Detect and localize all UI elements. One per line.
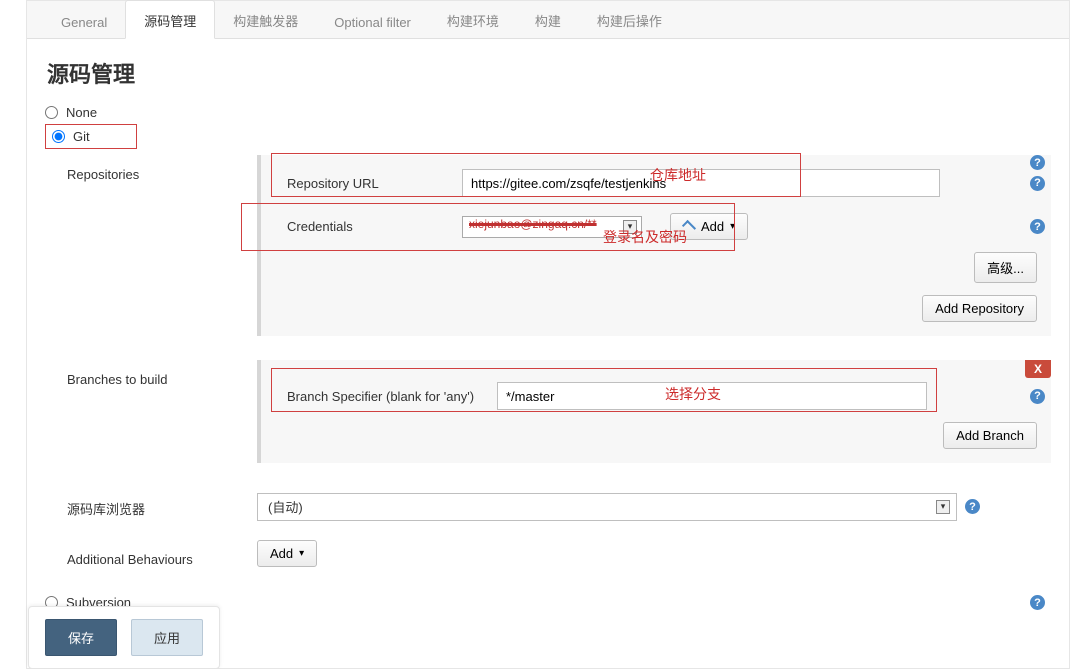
help-icon-subversion[interactable]: ? [1030, 595, 1045, 610]
chevron-down-icon: ▾ [623, 220, 637, 234]
chevron-down-icon: ▾ [936, 500, 950, 514]
add-behaviour-button[interactable]: Add ▾ [257, 540, 317, 567]
tab-env[interactable]: 构建环境 [429, 1, 517, 38]
advanced-button[interactable]: 高级... [974, 252, 1037, 283]
radio-none[interactable] [45, 106, 58, 119]
label-branches: Branches to build [67, 364, 257, 395]
tab-post[interactable]: 构建后操作 [579, 1, 680, 38]
scm-option-git[interactable]: Git [45, 124, 137, 149]
label-repo-url: Repository URL [275, 176, 450, 191]
repositories-section: ? Repository URL ? 仓库地址 Credenti [257, 155, 1051, 336]
help-icon-credentials[interactable]: ? [1030, 219, 1045, 234]
scm-browser-value: (自动) [268, 497, 303, 516]
tab-triggers[interactable]: 构建触发器 [215, 1, 316, 38]
select-credentials[interactable]: ▾ [462, 216, 642, 238]
tab-build[interactable]: 构建 [517, 1, 579, 38]
tab-general[interactable]: General [43, 5, 125, 38]
tab-optional-filter[interactable]: Optional filter [316, 5, 429, 38]
label-branch-spec: Branch Specifier (blank for 'any') [275, 389, 485, 404]
apply-button[interactable]: 应用 [131, 619, 203, 656]
branches-section: X Branch Specifier (blank for 'any') ? 选… [257, 360, 1051, 463]
radio-git[interactable] [52, 130, 65, 143]
radio-none-label: None [66, 105, 97, 120]
delete-branch-button[interactable]: X [1025, 360, 1051, 378]
help-icon-branch-spec[interactable]: ? [1030, 389, 1045, 404]
help-icon-browser[interactable]: ? [965, 499, 980, 514]
label-repositories: Repositories [67, 159, 257, 190]
label-scm-browser: 源码库浏览器 [67, 491, 257, 526]
add-behaviour-label: Add [270, 546, 293, 561]
add-branch-button[interactable]: Add Branch [943, 422, 1037, 449]
caret-down-icon: ▾ [299, 548, 304, 559]
add-credentials-button[interactable]: Add ▾ [670, 213, 748, 240]
help-icon-repo-url[interactable]: ? [1030, 176, 1045, 191]
label-credentials: Credentials [275, 219, 450, 234]
config-tabs: General 源码管理 构建触发器 Optional filter 构建环境 … [27, 1, 1069, 39]
radio-git-label: Git [73, 129, 90, 144]
credentials-redacted-value [469, 221, 619, 233]
select-scm-browser[interactable]: (自动) ▾ [257, 493, 957, 521]
tab-scm[interactable]: 源码管理 [125, 0, 215, 39]
scm-option-none[interactable]: None [45, 101, 1051, 124]
input-repo-url[interactable] [462, 169, 940, 197]
label-additional-behaviours: Additional Behaviours [67, 544, 257, 575]
save-button[interactable]: 保存 [45, 619, 117, 656]
add-repository-button[interactable]: Add Repository [922, 295, 1037, 322]
section-heading-scm: 源码管理 [27, 39, 1069, 95]
help-icon-repositories[interactable]: ? [1030, 155, 1045, 170]
key-icon [682, 219, 696, 233]
input-branch-spec[interactable] [497, 382, 927, 410]
add-credentials-label: Add [701, 219, 724, 234]
footer-actions: 保存 应用 [28, 606, 220, 669]
